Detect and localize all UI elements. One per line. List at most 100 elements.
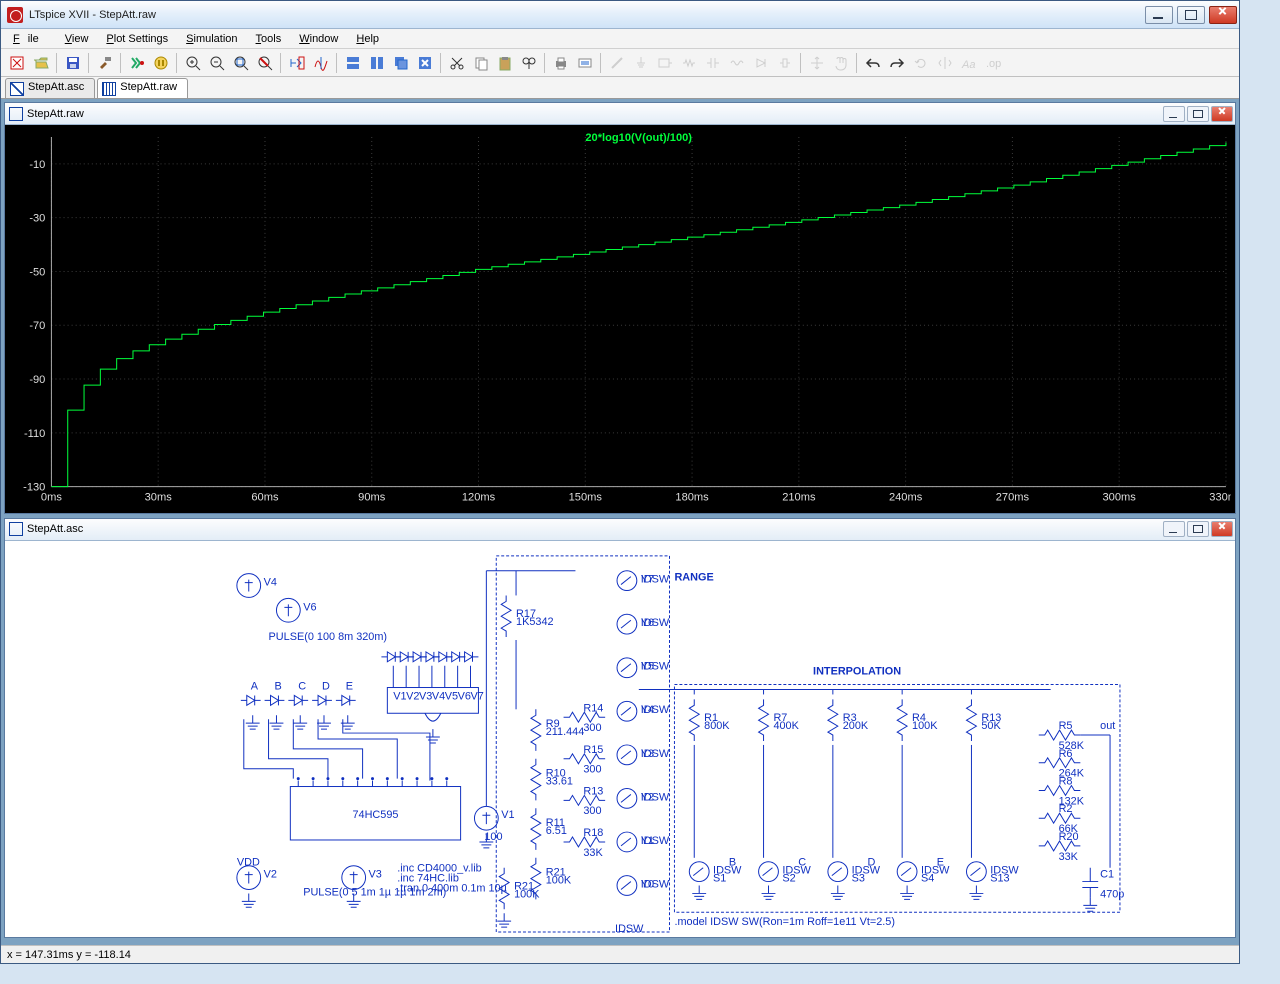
run-icon[interactable]	[125, 51, 148, 74]
svg-text:V5: V5	[445, 690, 458, 702]
pane-title[interactable]: StepAtt.asc	[5, 519, 1235, 541]
svg-text:240ms: 240ms	[889, 492, 923, 504]
rotate-icon[interactable]	[909, 51, 932, 74]
pane-maximize-button[interactable]	[1187, 521, 1209, 537]
svg-text:6.51: 6.51	[546, 825, 567, 837]
print-icon[interactable]	[549, 51, 572, 74]
svg-text:R8: R8	[1059, 775, 1073, 787]
svg-text:R5: R5	[1059, 720, 1073, 732]
zoom-fit-icon[interactable]	[229, 51, 252, 74]
svg-text:Y7: Y7	[641, 573, 654, 585]
pane-close-button[interactable]	[1211, 106, 1233, 122]
svg-text:V6: V6	[303, 601, 316, 613]
svg-text:INTERPOLATION: INTERPOLATION	[813, 665, 901, 677]
undo-icon[interactable]	[861, 51, 884, 74]
maximize-button[interactable]	[1177, 6, 1205, 24]
svg-text:R2: R2	[1059, 803, 1073, 815]
wire-icon[interactable]	[605, 51, 628, 74]
halt-icon[interactable]	[149, 51, 172, 74]
menu-window[interactable]: Window	[291, 31, 346, 47]
inductor-icon[interactable]	[725, 51, 748, 74]
copy-icon[interactable]	[469, 51, 492, 74]
svg-text:RANGE: RANGE	[674, 571, 713, 583]
menu-help[interactable]: Help	[348, 31, 387, 47]
new-schematic-icon[interactable]	[5, 51, 28, 74]
pane-maximize-button[interactable]	[1187, 106, 1209, 122]
app-icon	[7, 7, 23, 23]
autorange-icon[interactable]	[285, 51, 308, 74]
menubar: File View Plot Settings Simulation Tools…	[1, 29, 1239, 49]
minimize-button[interactable]	[1145, 6, 1173, 24]
svg-text:300: 300	[583, 805, 601, 817]
pane-title[interactable]: StepAtt.raw	[5, 103, 1235, 125]
svg-text:-30: -30	[29, 213, 45, 225]
spice-dir-icon[interactable]: .op	[981, 51, 1004, 74]
label-icon[interactable]	[653, 51, 676, 74]
tile-horiz-icon[interactable]	[365, 51, 388, 74]
diode-icon[interactable]	[749, 51, 772, 74]
svg-text:R18: R18	[583, 827, 603, 839]
drag-icon[interactable]	[829, 51, 852, 74]
cut-icon[interactable]	[445, 51, 468, 74]
svg-text:-50: -50	[29, 267, 45, 279]
svg-text:V1: V1	[501, 809, 514, 821]
svg-text:100: 100	[484, 831, 502, 843]
svg-text:V4: V4	[432, 690, 445, 702]
pane-title-text: StepAtt.asc	[27, 523, 83, 535]
find-icon[interactable]	[517, 51, 540, 74]
menu-plot-settings[interactable]: Plot Settings	[98, 31, 176, 47]
waveform-plot[interactable]: 0ms30ms60ms90ms120ms150ms180ms210ms240ms…	[5, 125, 1235, 513]
redo-icon[interactable]	[885, 51, 908, 74]
svg-text:D: D	[868, 856, 876, 868]
capacitor-icon[interactable]	[701, 51, 724, 74]
svg-text:270ms: 270ms	[996, 492, 1030, 504]
svg-text:Aa: Aa	[961, 59, 975, 71]
component-icon[interactable]	[773, 51, 796, 74]
svg-text:33.61: 33.61	[546, 775, 573, 787]
menu-simulation[interactable]: Simulation	[178, 31, 245, 47]
svg-text:-130: -130	[23, 482, 45, 494]
mirror-icon[interactable]	[933, 51, 956, 74]
save-icon[interactable]	[61, 51, 84, 74]
svg-text:1K5342: 1K5342	[516, 616, 554, 628]
status-bar: x = 147.31ms y = -118.14	[1, 945, 1239, 963]
hammer-icon[interactable]	[93, 51, 116, 74]
tab-raw[interactable]: StepAtt.raw	[97, 78, 188, 98]
zoom-out-icon[interactable]	[205, 51, 228, 74]
move-icon[interactable]	[805, 51, 828, 74]
open-icon[interactable]	[29, 51, 52, 74]
menu-file[interactable]: File	[5, 31, 55, 47]
svg-text:300: 300	[583, 722, 601, 734]
svg-text:100K: 100K	[546, 874, 572, 886]
svg-text:20*log10(V(out)/100): 20*log10(V(out)/100)	[585, 132, 692, 144]
cascade-icon[interactable]	[389, 51, 412, 74]
setup-icon[interactable]	[573, 51, 596, 74]
svg-text:IDSW: IDSW	[990, 864, 1019, 876]
tile-vert-icon[interactable]	[341, 51, 364, 74]
svg-text:VDD: VDD	[237, 856, 260, 868]
close-button[interactable]	[1209, 6, 1237, 24]
tab-asc[interactable]: StepAtt.asc	[5, 78, 95, 98]
svg-text:33K: 33K	[1059, 850, 1079, 862]
zoom-back-icon[interactable]	[253, 51, 276, 74]
svg-text:-10: -10	[29, 159, 45, 171]
svg-text:R6: R6	[1059, 747, 1073, 759]
close-all-icon[interactable]	[413, 51, 436, 74]
svg-text:V4: V4	[264, 576, 277, 588]
paste-icon[interactable]	[493, 51, 516, 74]
menu-tools[interactable]: Tools	[248, 31, 290, 47]
text-icon[interactable]: Aa	[957, 51, 980, 74]
titlebar[interactable]: LTspice XVII - StepAtt.raw	[1, 1, 1239, 29]
schematic-canvas[interactable]: V4V6PULSE(0 100 8m 320m)V2VDDV3PULSE(0 5…	[5, 541, 1235, 937]
svg-text:C1: C1	[1100, 868, 1114, 880]
resistor-icon[interactable]	[677, 51, 700, 74]
pane-minimize-button[interactable]	[1163, 521, 1185, 537]
zoom-in-icon[interactable]	[181, 51, 204, 74]
menu-view[interactable]: View	[57, 31, 97, 47]
pick-trace-icon[interactable]	[309, 51, 332, 74]
pane-close-button[interactable]	[1211, 521, 1233, 537]
svg-text:Y5: Y5	[641, 660, 654, 672]
pane-minimize-button[interactable]	[1163, 106, 1185, 122]
svg-text:D: D	[322, 680, 330, 692]
ground-icon[interactable]	[629, 51, 652, 74]
